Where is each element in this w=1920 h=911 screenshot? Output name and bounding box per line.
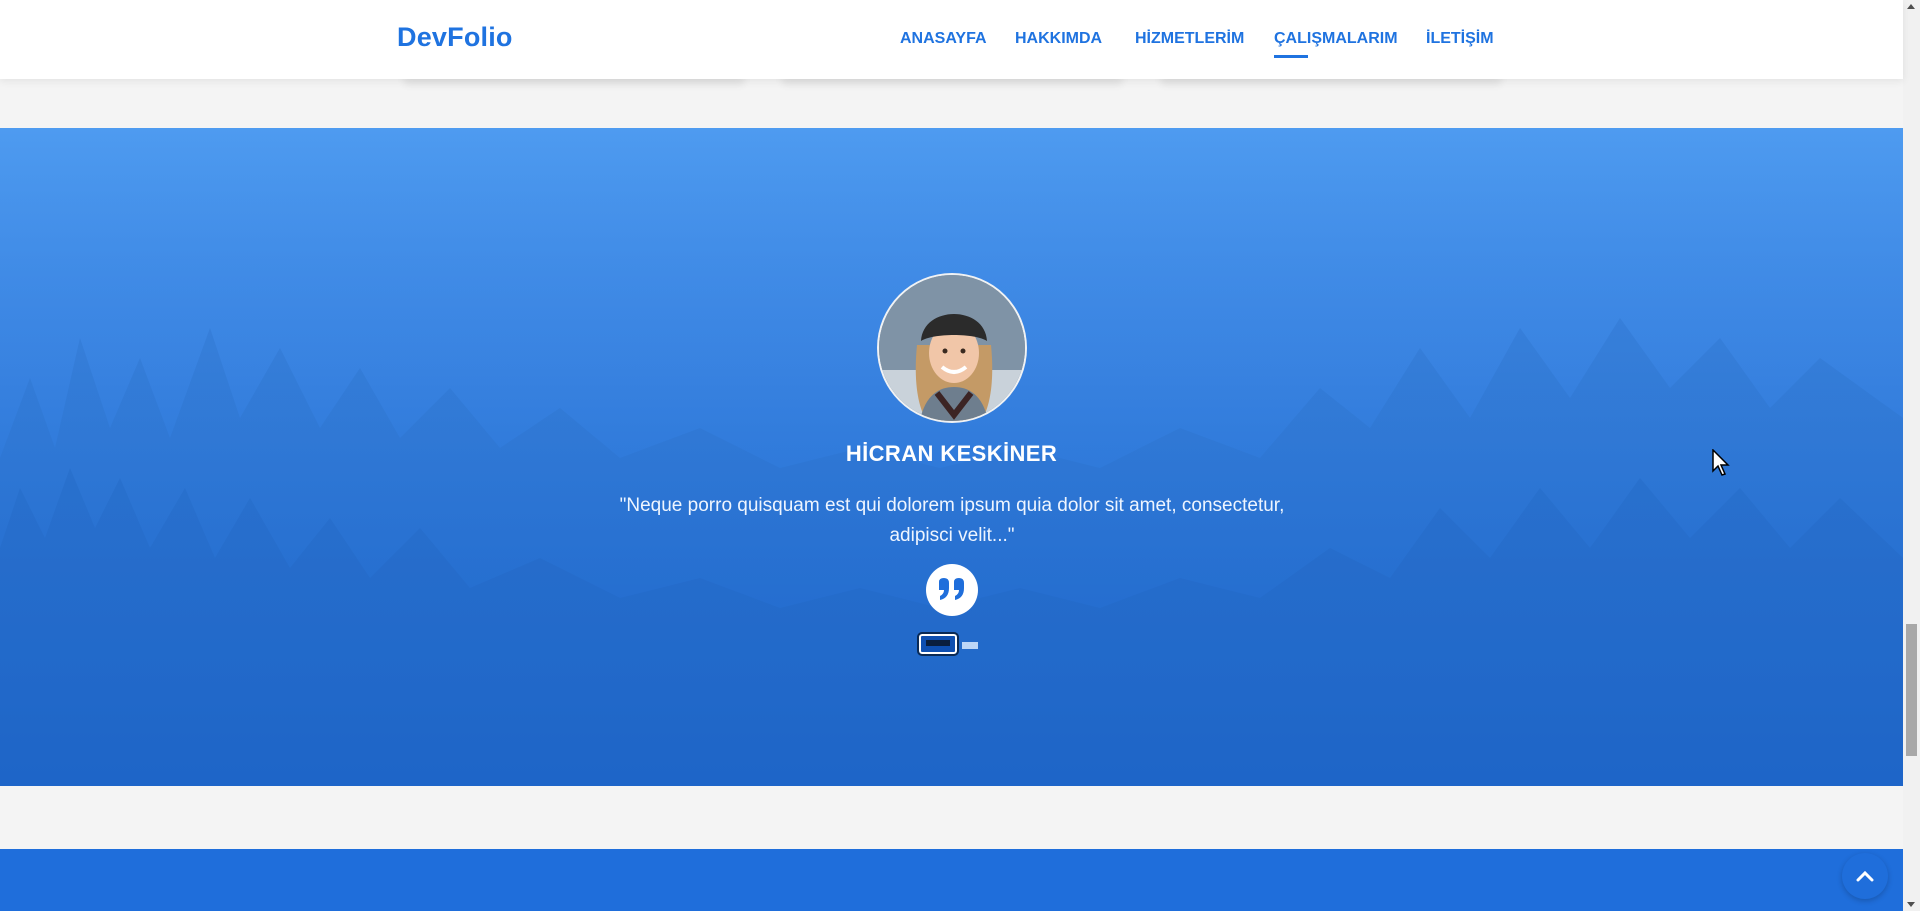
quote-icon — [926, 564, 978, 616]
carousel-dot-2[interactable] — [962, 642, 978, 649]
testimonial-section: HİCRAN KESKİNER "Neque porro quisquam es… — [0, 128, 1903, 786]
navbar: DevFolio ANASAYFA HAKKIMDA HİZMETLERİM Ç… — [0, 0, 1903, 79]
scroll-thumb[interactable] — [1906, 624, 1917, 756]
testimonial-quote: "Neque porro quisquam est qui dolorem ip… — [619, 495, 1285, 546]
scrollbar[interactable] — [1903, 0, 1920, 911]
carousel-dot-1[interactable] — [917, 632, 959, 656]
scroll-up-arrow-icon[interactable] — [1907, 4, 1915, 9]
chevron-up-icon — [1856, 870, 1874, 882]
scroll-down-arrow-icon[interactable] — [1907, 902, 1915, 907]
back-to-top-button[interactable] — [1842, 853, 1888, 899]
nav-item-iletisim[interactable]: İLETİŞİM — [1426, 30, 1494, 48]
next-section — [0, 849, 1903, 911]
brand-logo[interactable]: DevFolio — [397, 22, 513, 53]
nav-item-hakkimda[interactable]: HAKKIMDA — [1015, 30, 1102, 48]
nav-item-calismalarim[interactable]: ÇALIŞMALARIM — [1274, 30, 1398, 58]
testimonial-author: HİCRAN KESKİNER — [845, 441, 1058, 466]
nav-item-hizmetlerim[interactable]: HİZMETLERİM — [1135, 30, 1244, 48]
nav-item-anasayfa[interactable]: ANASAYFA — [900, 30, 987, 48]
avatar — [877, 273, 1027, 423]
mouse-cursor-icon — [1712, 449, 1730, 476]
